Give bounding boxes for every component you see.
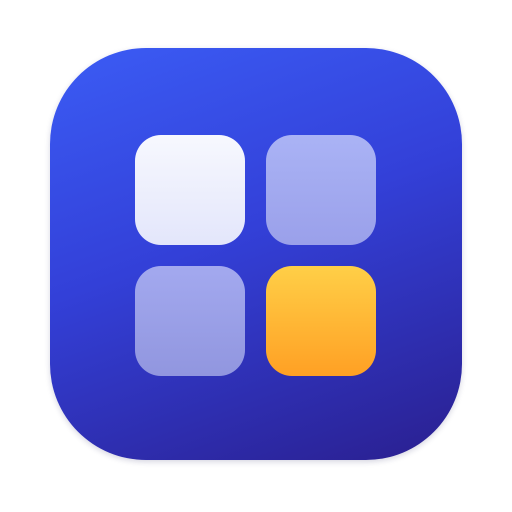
tile-top-right (266, 135, 376, 245)
tile-bottom-left (135, 266, 245, 376)
app-grid-icon (50, 48, 462, 460)
tile-top-left (135, 135, 245, 245)
icon-canvas (0, 0, 512, 512)
tile-bottom-right-accent (266, 266, 376, 376)
